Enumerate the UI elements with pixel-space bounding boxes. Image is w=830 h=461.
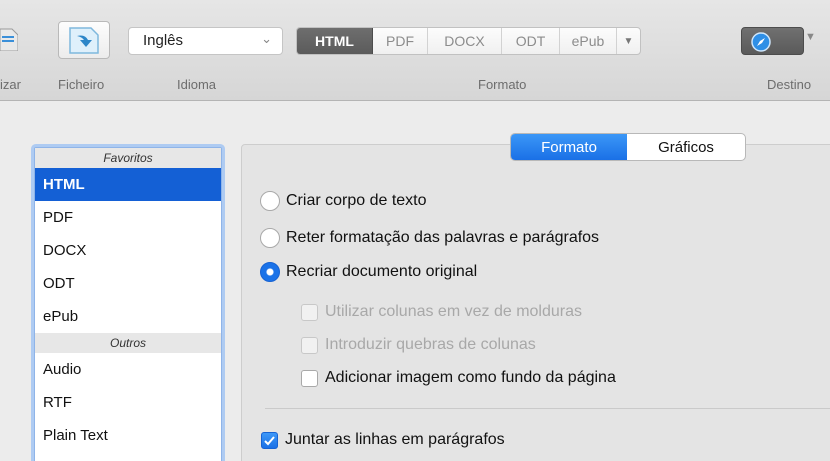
destination-button[interactable] — [741, 27, 804, 55]
toolbar: izar Ficheiro Inglês ⌄ Idioma HTML PDF D… — [0, 0, 830, 101]
format-option-epub[interactable]: ePub — [560, 28, 617, 54]
check-column-breaks: Introduzir quebras de colunas — [301, 336, 536, 354]
list-item-rtf[interactable]: RTF — [35, 386, 221, 419]
format-option-odt[interactable]: ODT — [502, 28, 560, 54]
radio-recreate-original[interactable]: Recriar documento original — [260, 262, 477, 282]
chevron-down-icon: ⌄ — [261, 31, 272, 46]
format-list[interactable]: Favoritos HTML PDF DOCX ODT ePub Outros … — [34, 147, 222, 461]
language-label: Idioma — [177, 77, 217, 92]
checkbox-checked[interactable] — [261, 431, 278, 449]
document-icon[interactable] — [0, 25, 18, 51]
tab-format[interactable]: Formato — [511, 134, 627, 160]
checkbox-disabled — [301, 303, 318, 321]
language-value: Inglês — [143, 32, 184, 49]
radio-button[interactable] — [260, 228, 280, 248]
compass-icon — [751, 32, 771, 52]
check-background-image[interactable]: Adicionar imagem como fundo da página — [301, 369, 616, 387]
radio-label: Criar corpo de texto — [286, 192, 427, 209]
radio-create-body-text[interactable]: Criar corpo de texto — [260, 191, 427, 211]
checkbox-label: Adicionar imagem como fundo da página — [325, 369, 616, 386]
format-segmented-control: HTML PDF DOCX ODT ePub ▼ — [296, 27, 641, 55]
divider — [265, 408, 830, 409]
format-label: Formato — [478, 77, 527, 92]
list-item-audio[interactable]: Audio — [35, 353, 221, 386]
radio-button-selected[interactable] — [260, 262, 280, 282]
tab-graphics[interactable]: Gráficos — [627, 134, 745, 160]
toolbar-partial-label: izar — [0, 77, 21, 92]
language-select[interactable]: Inglês ⌄ — [128, 27, 283, 55]
list-item-docx[interactable]: DOCX — [35, 234, 221, 267]
radio-keep-formatting[interactable]: Reter formatação das palavras e parágraf… — [260, 228, 599, 248]
list-item-epub[interactable]: ePub — [35, 300, 221, 333]
format-option-docx[interactable]: DOCX — [428, 28, 502, 54]
format-option-pdf[interactable]: PDF — [373, 28, 428, 54]
list-item-html[interactable]: HTML — [35, 168, 221, 201]
list-item-plain-text[interactable]: Plain Text — [35, 419, 221, 452]
file-arrow-icon — [69, 27, 99, 54]
check-join-lines[interactable]: Juntar as linhas em parágrafos — [261, 431, 505, 449]
radio-label: Recriar documento original — [286, 263, 478, 280]
checkbox-disabled — [301, 336, 318, 354]
radio-label: Reter formatação das palavras e parágraf… — [286, 229, 600, 246]
file-label: Ficheiro — [58, 77, 105, 92]
list-item-pdf[interactable]: PDF — [35, 201, 221, 234]
options-tabs: Formato Gráficos — [510, 133, 746, 161]
favorites-header: Favoritos — [35, 148, 221, 168]
others-header: Outros — [35, 333, 221, 353]
destination-chevron-icon[interactable]: ▼ — [805, 31, 816, 43]
checkbox-label: Juntar as linhas em parágrafos — [285, 431, 505, 448]
checkbox-label: Utilizar colunas em vez de molduras — [325, 303, 582, 320]
destination-label: Destino — [767, 77, 812, 92]
check-use-columns: Utilizar colunas em vez de molduras — [301, 303, 582, 321]
checkbox[interactable] — [301, 369, 318, 387]
list-item-odt[interactable]: ODT — [35, 267, 221, 300]
format-option-html[interactable]: HTML — [297, 28, 373, 54]
checkmark-icon — [264, 435, 275, 445]
file-button[interactable] — [58, 21, 110, 59]
format-more-icon[interactable]: ▼ — [617, 28, 640, 54]
checkbox-label: Introduzir quebras de colunas — [325, 336, 536, 353]
radio-button[interactable] — [260, 191, 280, 211]
